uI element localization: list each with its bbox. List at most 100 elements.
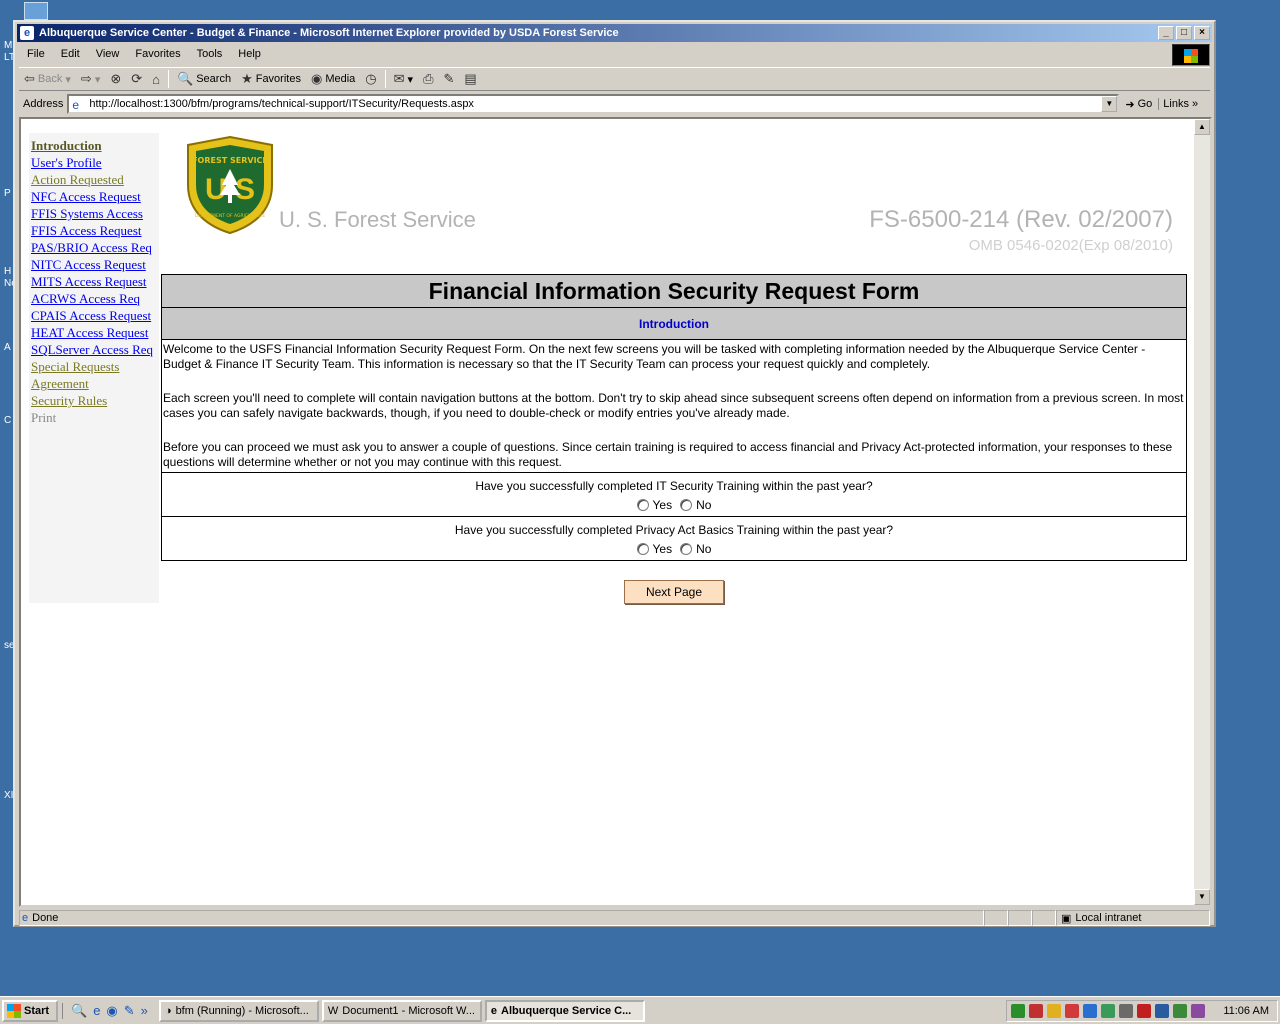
favorites-button[interactable]: ★ Favorites — [236, 71, 306, 87]
close-button[interactable]: × — [1194, 26, 1210, 40]
scroll-up-icon[interactable]: ▲ — [1194, 119, 1210, 135]
tray-icon[interactable] — [1173, 1004, 1187, 1018]
nav-link[interactable]: MITS Access Request — [31, 273, 159, 290]
task-albuquerque[interactable]: e Albuquerque Service C... — [484, 999, 645, 1022]
radio-button[interactable] — [680, 499, 693, 511]
desktop-label: C — [4, 415, 12, 426]
maximize-button[interactable]: □ — [1176, 26, 1192, 40]
toolbar: ⇦ Back ▾ ⇨ ▾ ⊗ ⟳ ⌂ 🔍 Search ★ Favorites … — [19, 67, 1210, 91]
discuss-button[interactable]: ▤ — [459, 71, 481, 87]
minimize-button[interactable]: _ — [1158, 26, 1174, 40]
edit-icon[interactable]: ✎ — [124, 1003, 135, 1019]
task-bfm[interactable]: ◑ bfm (Running) - Microsoft... — [158, 999, 319, 1022]
chevron-down-icon[interactable]: ▾ — [65, 73, 71, 86]
radio-button[interactable] — [636, 499, 649, 511]
shield-top-text: FOREST SERVICE — [192, 156, 268, 165]
nav-link[interactable]: Agreement — [31, 375, 159, 392]
stop-icon: ⊗ — [110, 71, 122, 86]
tray-icon[interactable] — [1119, 1004, 1133, 1018]
clock[interactable]: 11:06 AM — [1223, 1005, 1269, 1017]
media-button[interactable]: ◉ Media — [306, 71, 360, 87]
history-icon: ◷ — [365, 71, 377, 86]
page-viewport: Introduction User's Profile Action Request… — [19, 117, 1212, 907]
tray-icon[interactable] — [1101, 1004, 1115, 1018]
chevron-down-icon[interactable]: ▾ — [95, 73, 101, 86]
nav-link[interactable]: ACRWS Access Req — [31, 290, 159, 307]
home-button[interactable]: ⌂ — [147, 72, 165, 87]
task-document1[interactable]: W Document1 - Microsoft W... — [321, 999, 482, 1022]
tray-icon[interactable] — [1083, 1004, 1097, 1018]
nav-link[interactable]: CPAIS Access Request — [31, 307, 159, 324]
scroll-down-icon[interactable]: ▼ — [1194, 889, 1210, 905]
nav-link[interactable]: User's Profile — [31, 154, 159, 171]
nav-link[interactable]: Introduction — [31, 137, 159, 154]
tray-icon[interactable] — [1155, 1004, 1169, 1018]
edit-button[interactable]: ✎ — [438, 71, 459, 87]
mail-button[interactable]: ✉ ▾ — [389, 71, 418, 87]
stop-button[interactable]: ⊗ — [105, 71, 126, 87]
search-icon[interactable]: 🔍 — [71, 1003, 87, 1019]
vertical-scrollbar[interactable]: ▲ ▼ — [1194, 119, 1210, 905]
nav-link[interactable]: Security Rules — [31, 392, 159, 409]
nav-link[interactable]: PAS/BRIO Access Req — [31, 239, 159, 256]
tray-icon[interactable] — [1191, 1004, 1205, 1018]
desktop-icon[interactable] — [24, 2, 48, 20]
forward-arrow-icon: ⇨ — [80, 71, 92, 86]
address-dropdown-icon[interactable]: ▼ — [1101, 96, 1118, 112]
radio-button[interactable] — [680, 543, 693, 555]
history-button[interactable]: ◷ — [360, 71, 381, 87]
menu-file[interactable]: File — [19, 48, 53, 60]
it-security-yes-option[interactable]: Yes — [636, 498, 672, 512]
discuss-icon: ▤ — [464, 71, 477, 86]
menu-edit[interactable]: Edit — [53, 48, 88, 60]
next-page-button[interactable]: Next Page — [624, 580, 724, 604]
system-tray: 11:06 AM — [1006, 1000, 1278, 1022]
media-icon: ◉ — [310, 71, 323, 86]
intro-paragraph: Welcome to the USFS Financial Informatio… — [163, 342, 1146, 371]
desktop-label: A — [4, 342, 11, 353]
back-button[interactable]: ⇦ Back ▾ — [19, 71, 76, 87]
radio-button[interactable] — [636, 543, 649, 555]
nav-link[interactable]: NITC Access Request — [31, 256, 159, 273]
question-it-security: Have you successfully completed IT Secur… — [161, 472, 1187, 517]
search-button[interactable]: 🔍 Search — [172, 71, 236, 87]
back-label: Back — [37, 73, 63, 85]
chevron-right-icon[interactable]: » — [141, 1003, 148, 1019]
menu-help[interactable]: Help — [230, 48, 269, 60]
it-security-no-option[interactable]: No — [680, 498, 711, 512]
nav-link[interactable]: Action Requested — [31, 171, 159, 188]
refresh-button[interactable]: ⟳ — [126, 71, 147, 87]
nav-link[interactable]: FFIS Systems Access — [31, 205, 159, 222]
forward-button[interactable]: ⇨ ▾ — [76, 71, 105, 87]
home-icon: ⌂ — [152, 71, 161, 87]
nav-link[interactable]: Special Requests — [31, 358, 159, 375]
nav-link: Print — [31, 410, 57, 425]
address-input[interactable]: e http://localhost:1300/bfm/programs/tec… — [67, 94, 1120, 114]
chevron-down-icon[interactable]: ▾ — [408, 73, 414, 86]
menu-favorites[interactable]: Favorites — [127, 48, 188, 60]
start-button[interactable]: Start — [2, 999, 58, 1022]
links-button[interactable]: Links » — [1158, 98, 1202, 110]
go-button[interactable]: ➜ Go — [1119, 98, 1158, 111]
nav-link[interactable]: FFIS Access Request — [31, 222, 159, 239]
title-bar[interactable]: e Albuquerque Service Center - Budget & … — [17, 24, 1212, 42]
print-icon: ⎙ — [423, 71, 434, 86]
media-icon[interactable]: ◉ — [106, 1003, 117, 1019]
tray-icon[interactable] — [1011, 1004, 1025, 1018]
ie-icon[interactable]: e — [93, 1003, 100, 1019]
privacy-act-yes-option[interactable]: Yes — [636, 542, 673, 556]
tray-icon[interactable] — [1065, 1004, 1079, 1018]
ie-icon: e — [490, 1004, 498, 1017]
address-url: http://localhost:1300/bfm/programs/techn… — [89, 98, 474, 110]
tray-icon[interactable] — [1137, 1004, 1151, 1018]
menu-view[interactable]: View — [88, 48, 128, 60]
privacy-act-no-option[interactable]: No — [680, 542, 711, 556]
yes-label: Yes — [652, 542, 673, 556]
nav-link[interactable]: SQLServer Access Req — [31, 341, 159, 358]
nav-link[interactable]: HEAT Access Request — [31, 324, 159, 341]
menu-tools[interactable]: Tools — [189, 48, 231, 60]
tray-icon[interactable] — [1047, 1004, 1061, 1018]
nav-link[interactable]: NFC Access Request — [31, 188, 159, 205]
tray-icon[interactable] — [1029, 1004, 1043, 1018]
print-button[interactable]: ⎙ — [418, 71, 438, 87]
